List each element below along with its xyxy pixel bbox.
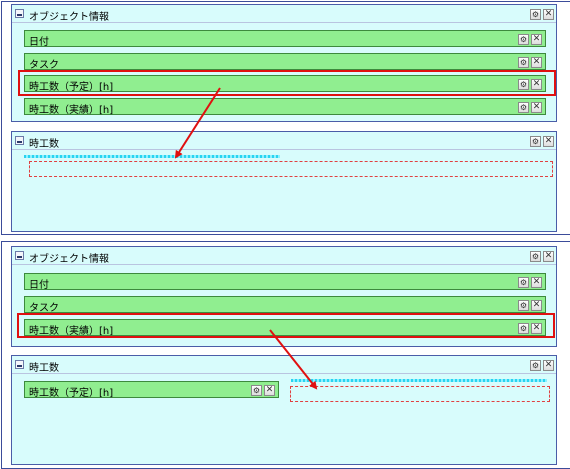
gear-icon[interactable]: ⚙ bbox=[518, 102, 529, 113]
close-icon[interactable]: ✕ bbox=[531, 57, 542, 68]
gear-icon[interactable]: ⚙ bbox=[530, 136, 541, 147]
gear-icon[interactable]: ⚙ bbox=[518, 277, 529, 288]
divider bbox=[12, 264, 556, 265]
field-label: 日付 bbox=[29, 280, 49, 291]
gear-icon[interactable]: ⚙ bbox=[518, 57, 529, 68]
divider bbox=[12, 149, 556, 150]
close-icon[interactable]: ✕ bbox=[264, 385, 275, 396]
field-label: タスク bbox=[29, 60, 59, 71]
minimize-icon[interactable] bbox=[15, 251, 24, 260]
panel-title: オブジェクト情報 bbox=[29, 254, 109, 265]
gear-icon[interactable]: ⚙ bbox=[530, 360, 541, 371]
close-icon[interactable]: ✕ bbox=[531, 102, 542, 113]
highlight-box bbox=[17, 313, 555, 338]
gear-icon[interactable]: ⚙ bbox=[530, 9, 541, 20]
field-task[interactable]: タスク ⚙ ✕ bbox=[24, 53, 546, 71]
drop-target[interactable] bbox=[290, 386, 550, 402]
panel-title: 時工数 bbox=[29, 139, 59, 150]
field-label: タスク bbox=[29, 303, 59, 314]
close-icon[interactable]: ✕ bbox=[531, 277, 542, 288]
drop-indicator bbox=[291, 379, 547, 382]
drop-target[interactable] bbox=[29, 161, 553, 177]
gear-icon[interactable]: ⚙ bbox=[518, 300, 529, 311]
drop-indicator bbox=[24, 155, 280, 158]
field-date[interactable]: 日付 ⚙ ✕ bbox=[24, 273, 546, 291]
close-icon[interactable]: ✕ bbox=[543, 251, 554, 262]
field-actual-hours[interactable]: 時工数（実績）[h] ⚙ ✕ bbox=[24, 98, 546, 116]
close-icon[interactable]: ✕ bbox=[543, 9, 554, 20]
field-label: 時工数（実績）[h] bbox=[29, 105, 114, 116]
divider bbox=[12, 22, 556, 23]
field-label: 日付 bbox=[29, 37, 49, 48]
field-date[interactable]: 日付 ⚙ ✕ bbox=[24, 30, 546, 48]
minimize-icon[interactable] bbox=[15, 9, 24, 18]
object-info-panel: オブジェクト情報 ⚙ ✕ 日付 ⚙ ✕ タスク ⚙ ✕ 時工数（予定）[h] ⚙… bbox=[11, 4, 557, 122]
field-label: 時工数（予定）[h] bbox=[29, 388, 114, 399]
panel-title: 時工数 bbox=[29, 363, 59, 374]
gear-icon[interactable]: ⚙ bbox=[530, 251, 541, 262]
close-icon[interactable]: ✕ bbox=[531, 34, 542, 45]
hours-panel: 時工数 ⚙ ✕ 時工数（予定）[h] ⚙ ✕ bbox=[11, 355, 557, 465]
hours-panel: 時工数 ⚙ ✕ bbox=[11, 131, 557, 232]
field-planned-hours[interactable]: 時工数（予定）[h] ⚙ ✕ bbox=[24, 381, 279, 399]
divider bbox=[12, 373, 556, 374]
highlight-box bbox=[18, 70, 556, 96]
field-task[interactable]: タスク ⚙ ✕ bbox=[24, 296, 546, 314]
close-icon[interactable]: ✕ bbox=[543, 136, 554, 147]
minimize-icon[interactable] bbox=[15, 360, 24, 369]
gear-icon[interactable]: ⚙ bbox=[251, 385, 262, 396]
gear-icon[interactable]: ⚙ bbox=[518, 34, 529, 45]
minimize-icon[interactable] bbox=[15, 136, 24, 145]
close-icon[interactable]: ✕ bbox=[531, 300, 542, 311]
close-icon[interactable]: ✕ bbox=[543, 360, 554, 371]
panel-title: オブジェクト情報 bbox=[29, 12, 109, 23]
